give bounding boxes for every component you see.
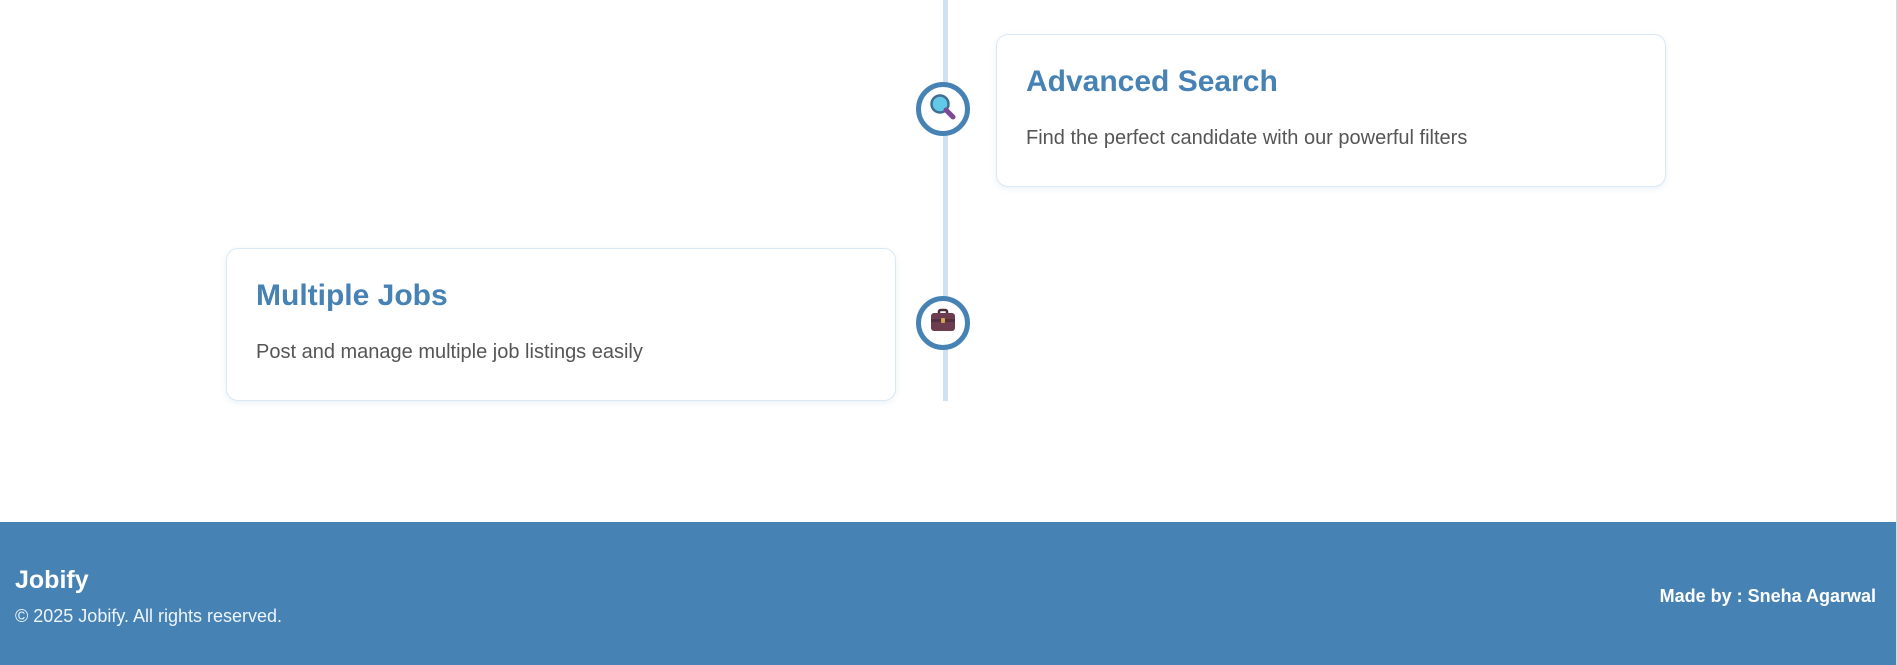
- feature-description: Post and manage multiple job listings ea…: [256, 340, 643, 363]
- feature-card-multiple-jobs: Multiple Jobs Post and manage multiple j…: [226, 248, 896, 401]
- features-page: Advanced Search Find the perfect candida…: [0, 0, 1897, 665]
- feature-title: Multiple Jobs: [256, 279, 448, 312]
- footer-credit: Made by : Sneha Agarwal: [1659, 586, 1876, 606]
- footer-copyright: © 2025 Jobify. All rights reserved.: [15, 606, 283, 626]
- magnifying-glass-icon: [926, 90, 960, 129]
- timeline-node-multiple-jobs: [916, 296, 970, 350]
- site-footer: Jobify © 2025 Jobify. All rights reserve…: [0, 522, 1896, 665]
- feature-card-advanced-search: Advanced Search Find the perfect candida…: [996, 34, 1666, 187]
- feature-title: Advanced Search: [1026, 65, 1278, 98]
- feature-description: Find the perfect candidate with our powe…: [1026, 126, 1468, 149]
- footer-brand: Jobify: [15, 566, 89, 594]
- briefcase-icon: [926, 304, 960, 343]
- timeline-node-advanced-search: [916, 82, 970, 136]
